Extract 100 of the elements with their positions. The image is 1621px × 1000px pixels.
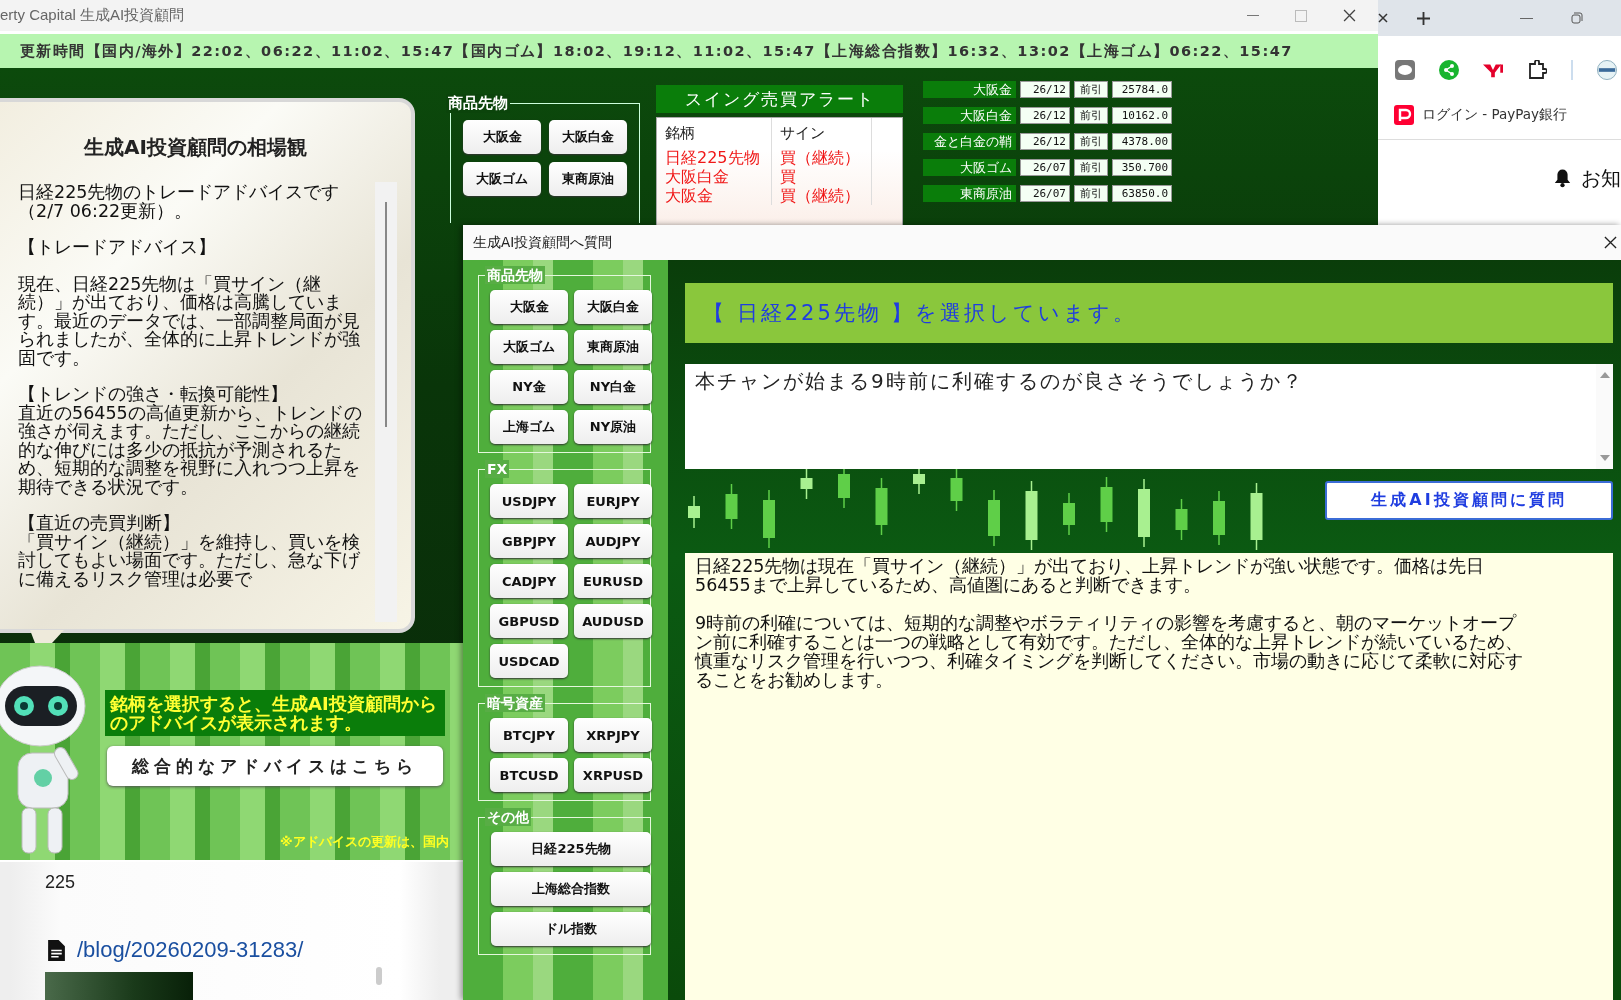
maximize-button[interactable]	[1295, 9, 1307, 22]
profile-avatar-icon	[1597, 59, 1617, 80]
candle	[763, 489, 775, 549]
document-icon	[48, 939, 65, 961]
instrument-button[interactable]: USDJPY	[490, 484, 568, 518]
hint-text: 銘柄を選択すると、生成AI投資顧問からのアドバイスが表示されます。	[105, 690, 445, 736]
candle	[988, 489, 1000, 547]
ask-button[interactable]: 生成AI投資顧問に質問	[1325, 481, 1613, 520]
table-cell: 大阪金	[657, 186, 772, 205]
candle	[725, 483, 738, 530]
instrument-button[interactable]: AUDJPY	[574, 524, 652, 558]
number-text: 225	[45, 872, 76, 893]
instrument-button[interactable]: 大阪白金	[574, 290, 652, 324]
scrollbar[interactable]	[375, 182, 397, 622]
candle	[688, 495, 700, 529]
instrument-button[interactable]: BTCUSD	[490, 758, 568, 792]
instrument-label: 金と白金の鞘	[923, 133, 1016, 150]
price-value: 25784.0	[1112, 81, 1172, 98]
advice-paragraph: 現在、日経225先物は「買サイン（継続）」が出ており、価格は高騰しています。最近のデータでは、一部調整局面が見られましたが、全体的に上昇トレンドが強固です。	[18, 274, 361, 367]
commodity-button[interactable]: 大阪金	[463, 120, 541, 154]
price-value: 4378.00	[1112, 133, 1172, 150]
instrument-button[interactable]: 大阪ゴム	[490, 330, 568, 364]
group-label: FX	[485, 460, 510, 478]
table-cell: 買	[772, 167, 872, 186]
group-label: 商品先物	[446, 94, 510, 113]
scroll-down-icon	[1599, 455, 1610, 461]
table-cell: 日経225先物	[657, 148, 772, 167]
candle	[1100, 476, 1113, 533]
share-icon	[1439, 59, 1459, 80]
card-title: 生成AI投資顧問の相場観	[82, 134, 308, 161]
session-label: 前引	[1074, 185, 1108, 202]
advice-paragraph: 日経225先物のトレードアドバイスです（2/7 06:22更新）。	[18, 183, 341, 220]
candle	[950, 467, 963, 512]
question-field[interactable]: 本チャンが始まる9時前に利確するのが良さそうでしょうか？	[685, 364, 1613, 469]
overall-advice-button[interactable]: 総合的なアドバイスはこちら	[107, 746, 443, 786]
scroll-up-icon	[1599, 372, 1610, 378]
commodity-button[interactable]: 大阪白金	[549, 120, 627, 154]
instrument-button[interactable]: 東商原油	[574, 330, 652, 364]
close-button[interactable]	[1604, 236, 1617, 249]
minimize-button[interactable]	[1520, 17, 1533, 19]
instrument-button[interactable]: CADJPY	[490, 564, 568, 598]
instrument-label: 大阪白金	[923, 107, 1016, 124]
candle	[1175, 498, 1188, 541]
selection-banner: 【 日経225先物 】を選択しています。	[685, 283, 1613, 343]
bank-logo-icon	[1394, 105, 1414, 125]
session-label: 前引	[1074, 107, 1108, 124]
instrument-button[interactable]: XRPJPY	[574, 718, 652, 752]
contract-month: 26/07	[1020, 185, 1070, 202]
instrument-label: 大阪ゴム	[923, 159, 1016, 176]
instrument-button[interactable]: NY原油	[574, 410, 652, 444]
advice-paragraph: 【トレンドの強さ・転換可能性】	[18, 385, 289, 404]
table-cell: 買（継続）	[772, 186, 872, 205]
scrollbar[interactable]	[1596, 364, 1613, 469]
alert-title: スイング売買アラート	[656, 85, 903, 113]
table-cell: 買（継続）	[772, 148, 872, 167]
advice-paragraph: 【トレードアドバイス】	[18, 238, 217, 257]
instrument-button[interactable]: AUDUSD	[574, 604, 652, 638]
instrument-button[interactable]: NY白金	[574, 370, 652, 404]
notification-text: お知	[1581, 164, 1621, 192]
instrument-button[interactable]: GBPJPY	[490, 524, 568, 558]
group-label: 商品先物	[485, 266, 545, 284]
group-label: 暗号資産	[485, 694, 545, 712]
group-label: その他	[485, 808, 531, 826]
candle	[1025, 480, 1038, 550]
puzzle-icon	[1527, 59, 1547, 80]
instrument-button[interactable]: BTCJPY	[490, 718, 568, 752]
link[interactable]: /blog/20260209-31283/	[77, 937, 304, 963]
commodity-button[interactable]: 東商原油	[549, 162, 627, 196]
advice-paragraph: 直近の56455の高値更新から、トレンドの強さが伺えます。ただし、ここからの継続的な伸びには多少の抵抗が予測されるため、短期的な調整を視野に入れつつ上昇を期待できる状況です。	[18, 403, 363, 496]
index-button[interactable]: 上海総合指数	[491, 872, 651, 906]
contract-month: 26/07	[1020, 159, 1070, 176]
index-button[interactable]: ドル指数	[491, 912, 651, 946]
instrument-button[interactable]: 上海ゴム	[490, 410, 568, 444]
session-label: 前引	[1074, 133, 1108, 150]
close-icon	[1378, 13, 1388, 23]
session-label: 前引	[1074, 159, 1108, 176]
candle	[800, 467, 813, 500]
price-value: 63850.0	[1112, 185, 1172, 202]
table-cell: 大阪白金	[657, 167, 772, 186]
plus-icon	[1417, 11, 1430, 25]
instrument-button[interactable]: 大阪金	[490, 290, 568, 324]
window-title: erty Capital 生成AI投資顧問	[0, 6, 185, 25]
commodity-button[interactable]: 大阪ゴム	[463, 162, 541, 196]
instrument-button[interactable]: GBPUSD	[490, 604, 568, 638]
instrument-button[interactable]: USDCAD	[490, 644, 568, 678]
scrollbar[interactable]	[376, 967, 382, 985]
update-times-text: 更新時間【国内/海外】22:02、06:22、11:02、15:47【国内ゴム】18:02、19:12、11:02、15:47【上海総合指数】16:32、13:02【上海ゴム】06:22、15:47	[0, 34, 1378, 68]
index-button[interactable]: 日経225先物	[491, 832, 651, 866]
bookmark-link[interactable]: ログイン - PayPay銀行	[1422, 106, 1568, 124]
instrument-button[interactable]: NY金	[490, 370, 568, 404]
instrument-label: 東商原油	[923, 185, 1016, 202]
instrument-button[interactable]: XRPUSD	[574, 758, 652, 792]
close-button[interactable]	[1343, 9, 1356, 22]
instrument-button[interactable]: EURUSD	[574, 564, 652, 598]
price-value: 350.700	[1112, 159, 1172, 176]
contract-month: 26/12	[1020, 107, 1070, 124]
chat-icon	[1395, 59, 1415, 80]
column-header: 銘柄	[657, 118, 772, 148]
instrument-button[interactable]: EURJPY	[574, 484, 652, 518]
candle	[1063, 492, 1075, 536]
